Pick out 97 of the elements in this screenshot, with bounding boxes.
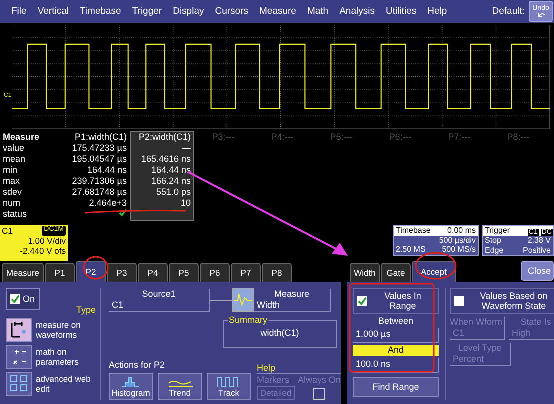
menu-item[interactable]: Analysis xyxy=(334,6,380,17)
row-label: max xyxy=(2,176,22,187)
row-label: status xyxy=(2,209,28,220)
table-cell-text: 175.47233 µs xyxy=(71,143,128,154)
in-range-toggle[interactable]: Values In Range xyxy=(353,288,439,314)
column-header: P3:--- xyxy=(211,132,236,143)
checkbox[interactable] xyxy=(454,296,464,306)
row-label: value xyxy=(2,143,26,154)
annotation-circle xyxy=(415,252,457,280)
row-label: mean xyxy=(2,154,27,165)
timebase-rate: 500 µs/div xyxy=(438,236,477,246)
close-button[interactable]: Close xyxy=(521,261,554,281)
menu-item[interactable]: Math xyxy=(302,6,334,17)
row-label: sdev xyxy=(2,187,24,198)
column-header: P2:width(C1) xyxy=(138,132,192,143)
menu-item[interactable]: Trigger xyxy=(126,6,168,17)
summary-label: Summary xyxy=(228,315,269,325)
timebase-delay: 0.00 ms xyxy=(436,226,478,236)
column-header: P4:--- xyxy=(270,132,295,143)
and-label: And xyxy=(353,345,439,356)
trigger-type: Edge xyxy=(484,246,505,255)
actions-label: Actions for P2 xyxy=(109,360,166,370)
tab[interactable]: P1 xyxy=(45,263,75,282)
column-header: P6:--- xyxy=(388,132,413,143)
channel-offset: -2.440 V ofs xyxy=(19,246,66,256)
channel-scale: 1.00 V/div xyxy=(27,236,66,246)
annotation-circle xyxy=(83,256,109,280)
column-header: P5:--- xyxy=(329,132,354,143)
type-option[interactable]: measure on waveforms xyxy=(6,318,96,342)
table-header: Measure xyxy=(2,132,41,143)
table-cell-text: 239.71306 µs xyxy=(71,176,128,187)
tab[interactable]: Accept xyxy=(412,261,456,282)
menu-item[interactable]: Measure xyxy=(254,6,302,17)
menu-item[interactable]: Vertical xyxy=(32,6,74,17)
table-cell-text: 195.04547 µs xyxy=(71,154,128,165)
timebase-panel[interactable]: Timebase 0.00 ms 500 µs/div 2.50 MS 500 MS/s xyxy=(393,225,479,256)
tab[interactable]: P7 xyxy=(231,263,261,282)
tab[interactable]: P6 xyxy=(200,263,230,282)
tab[interactable]: P3 xyxy=(107,263,137,282)
trigger-level: 2.38 V xyxy=(526,236,552,246)
menu-item[interactable]: Help xyxy=(422,6,453,17)
tab[interactable]: P8 xyxy=(262,263,292,282)
menu-item[interactable]: Timebase xyxy=(74,6,127,17)
measure-column[interactable]: P1:width(C1) 175.47233 µs 195.04547 µs 164.44 ns 239.71306 µs 27.681748 µs 2.464e+3 xyxy=(66,131,130,221)
input-field[interactable]: 100.0 ns xyxy=(353,358,439,373)
table-cell-text: 10 xyxy=(180,198,192,209)
trend-button[interactable]: Trend xyxy=(158,373,202,400)
menu-item[interactable]: Cursors xyxy=(210,6,254,17)
track-button[interactable]: Track xyxy=(207,373,251,400)
timebase-samples: 2.50 MS xyxy=(395,245,427,255)
checkbox[interactable] xyxy=(357,296,367,306)
trigger-mode: Stop xyxy=(484,236,502,246)
markers-label: Markers xyxy=(257,375,291,385)
type-label: Type xyxy=(76,305,96,315)
waveform-state-toggle[interactable]: Values Based on Waveform State xyxy=(450,288,554,314)
table-cell-text: — xyxy=(181,143,192,154)
table-cell-text: 164.44 ns xyxy=(86,165,128,176)
table-cell-text: 2.464e+3 xyxy=(88,198,128,209)
row-label: num xyxy=(2,198,22,209)
menu-item[interactable]: Display xyxy=(168,6,210,17)
help-label: Help xyxy=(257,363,341,374)
checkbox[interactable] xyxy=(10,294,20,304)
column-header: P8:--- xyxy=(506,132,531,143)
tab[interactable]: Gate xyxy=(381,263,411,282)
channel-name: C1 xyxy=(2,226,13,236)
menu-item[interactable]: File xyxy=(6,6,32,17)
table-cell-text: 165.4616 ns xyxy=(140,154,192,165)
column-header: P7:--- xyxy=(447,132,472,143)
table-cell-text: 551.0 ps xyxy=(155,187,192,198)
on-toggle[interactable]: On xyxy=(6,288,40,310)
always-on-label: Always On xyxy=(298,375,341,385)
trigger-title: Trigger xyxy=(483,226,518,236)
histogram-button[interactable]: Histogram xyxy=(109,373,153,400)
tab[interactable]: P4 xyxy=(138,263,168,282)
type-option[interactable]: advanced web edit xyxy=(6,372,96,396)
tab[interactable]: P5 xyxy=(169,263,199,282)
input-field[interactable]: 1.000 µs xyxy=(353,328,439,343)
tab[interactable]: P2 xyxy=(76,261,106,282)
undo-icon xyxy=(536,12,546,18)
table-cell-text: 27.681748 µs xyxy=(71,187,128,198)
find-range-button[interactable]: Find Range xyxy=(353,377,439,397)
column-header: P1:width(C1) xyxy=(74,132,128,143)
sample-rate: 500 MS/s xyxy=(441,245,477,255)
timebase-title: Timebase xyxy=(394,226,436,236)
menu-item[interactable]: Utilities xyxy=(380,6,422,17)
trigger-slope: Positive xyxy=(522,246,552,255)
measure-field[interactable]: Measure Width xyxy=(254,288,331,312)
summary-value: width(C1) xyxy=(260,328,300,338)
type-option[interactable]: math on parameters xyxy=(6,345,96,369)
default-label: Default: xyxy=(492,6,525,17)
tab[interactable]: Measure xyxy=(2,263,44,282)
checkbox[interactable] xyxy=(313,388,326,400)
source-field[interactable]: Source1 C1 xyxy=(109,288,210,312)
tab[interactable]: Width xyxy=(350,263,380,282)
between-label: Between xyxy=(377,316,415,326)
table-cell-text: 166.24 ns xyxy=(150,176,192,187)
row-label: min xyxy=(2,165,19,176)
